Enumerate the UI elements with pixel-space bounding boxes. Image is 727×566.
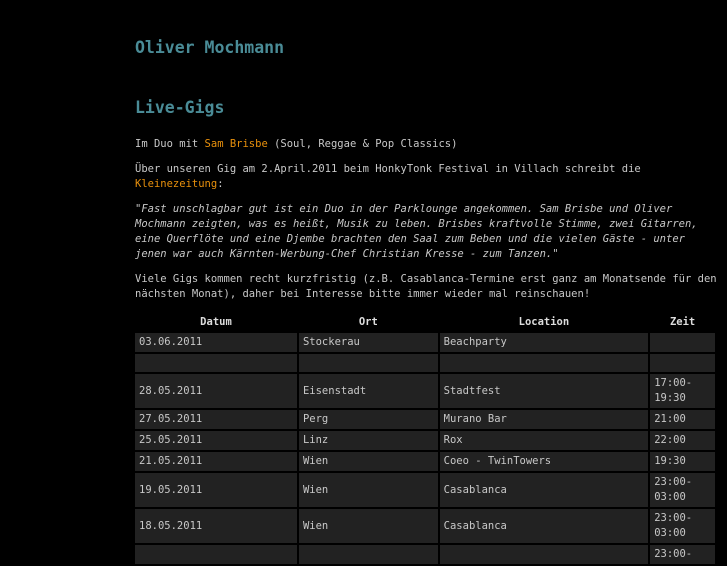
review-text: Über unseren Gig am 2.April.2011 beim Ho… (135, 163, 641, 175)
cell-city: Perg (298, 410, 438, 429)
table-row: 19.05.2011 Wien Casablanca 23:00-03:00 (135, 473, 715, 507)
cell-venue: Casablanca (439, 473, 649, 507)
table-row: 25.05.2011 Linz Rox 22:00 (135, 431, 715, 450)
cell-date: 28.05.2011 (135, 374, 297, 408)
cell-time: 21:00 (650, 410, 715, 429)
intro-paragraph: Im Duo mit Sam Brisbe (Soul, Reggae & Po… (135, 137, 720, 152)
cell-date: 18.05.2011 (135, 509, 297, 543)
cell-date: 19.05.2011 (135, 473, 297, 507)
review-paragraph: Über unseren Gig am 2.April.2011 beim Ho… (135, 162, 720, 192)
cell-date (135, 354, 297, 372)
cell-venue (439, 545, 649, 564)
cell-date: 03.06.2011 (135, 333, 297, 352)
table-row: 27.05.2011 Perg Murano Bar 21:00 (135, 410, 715, 429)
table-row: 28.05.2011 Eisenstadt Stadtfest 17:00-19:30 (135, 374, 715, 408)
cell-venue: Casablanca (439, 509, 649, 543)
header-datum: Datum (200, 316, 232, 328)
cell-venue: Beachparty (439, 333, 649, 352)
review-suffix: : (217, 178, 224, 190)
cell-date: 21.05.2011 (135, 452, 297, 471)
header-zeit: Zeit (669, 316, 696, 328)
cell-city (298, 354, 438, 372)
cell-date: 25.05.2011 (135, 431, 297, 450)
table-row: 18.05.2011 Wien Casablanca 23:00-03:00 (135, 509, 715, 543)
cell-time: 23:00-03:00 (650, 473, 715, 507)
intro-text: Im Duo mit (135, 138, 205, 150)
table-header: Datum Ort Location Zeit (135, 314, 715, 331)
cell-venue: Stadtfest (439, 374, 649, 408)
header-ort: Ort (358, 316, 378, 328)
cell-time: 23:00-03:00 (650, 509, 715, 543)
cell-date: 27.05.2011 (135, 410, 297, 429)
gigs-table: Datum Ort Location Zeit 03.06.2011 Stocke… (133, 312, 717, 566)
cell-venue (439, 354, 649, 372)
cell-time: 19:30 (650, 452, 715, 471)
sam-brisbe-link[interactable]: Sam Brisbe (205, 138, 268, 150)
cell-time (650, 333, 715, 352)
cell-venue: Rox (439, 431, 649, 450)
cell-venue: Murano Bar (439, 410, 649, 429)
cell-venue: Coeo - TwinTowers (439, 452, 649, 471)
page-title: Live-Gigs (135, 98, 225, 117)
cell-time: 23:00- (650, 545, 715, 564)
table-row: 21.05.2011 Wien Coeo - TwinTowers 19:30 (135, 452, 715, 471)
cell-time: 22:00 (650, 431, 715, 450)
cell-date (135, 545, 297, 564)
note-paragraph: Viele Gigs kommen recht kurzfristig (z.B… (135, 273, 717, 300)
cell-city: Linz (298, 431, 438, 450)
cell-city: Eisenstadt (298, 374, 438, 408)
press-quote: "Fast unschlagbar gut ist ein Duo in der… (135, 203, 698, 260)
cell-city (298, 545, 438, 564)
cell-city: Wien (298, 473, 438, 507)
cell-city: Stockerau (298, 333, 438, 352)
cell-time (650, 354, 715, 372)
cell-city: Wien (298, 509, 438, 543)
site-title[interactable]: Oliver Mochmann (135, 38, 284, 58)
kleinezeitung-link[interactable]: Kleinezeitung (135, 178, 217, 190)
cell-time: 17:00-19:30 (650, 374, 715, 408)
intro-suffix: (Soul, Reggae & Pop Classics) (267, 138, 458, 150)
header-location: Location (518, 316, 570, 328)
cell-city: Wien (298, 452, 438, 471)
table-row: 03.06.2011 Stockerau Beachparty (135, 333, 715, 352)
table-row (135, 354, 715, 372)
table-row: 23:00- (135, 545, 715, 564)
